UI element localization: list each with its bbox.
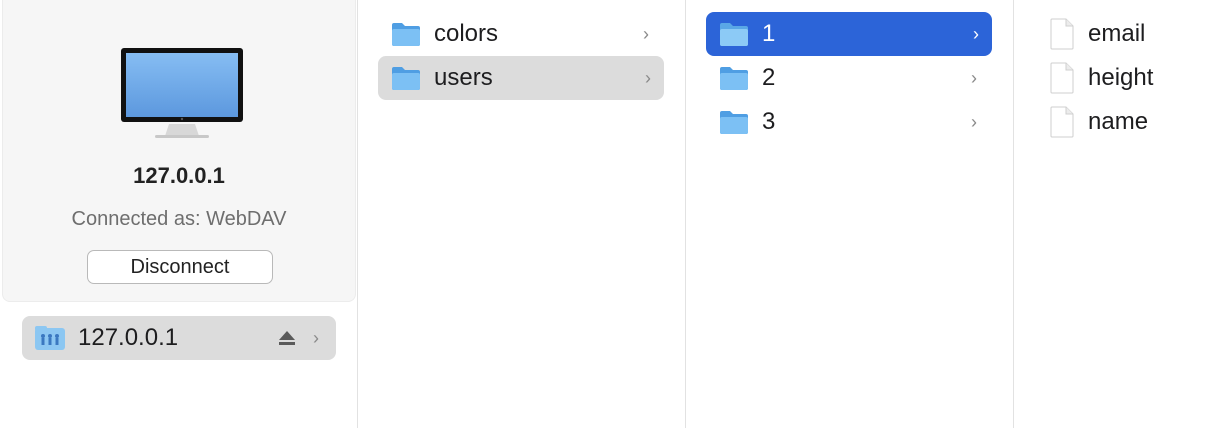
chevron-right-icon: › xyxy=(973,23,979,44)
chevron-right-icon: › xyxy=(971,67,977,88)
chevron-right-icon: › xyxy=(313,327,319,348)
eject-icon[interactable] xyxy=(276,328,298,348)
folder-column-users: 1 › 2 › 3 › xyxy=(686,0,1014,428)
folder-icon xyxy=(720,111,748,134)
document-icon xyxy=(1050,18,1074,50)
folder-label: 2 xyxy=(762,64,776,91)
folder-item-users[interactable]: users › xyxy=(378,56,664,100)
chevron-right-icon: › xyxy=(645,67,651,88)
file-label: email xyxy=(1088,20,1146,47)
folder-label: users xyxy=(434,64,493,91)
server-info-card: 127.0.0.1 Connected as: WebDAV Disconnec… xyxy=(2,0,356,302)
connection-status: Connected as: WebDAV xyxy=(71,208,287,230)
folder-label: colors xyxy=(434,20,499,47)
folder-icon xyxy=(392,67,420,90)
folder-icon xyxy=(720,67,748,90)
folder-column-root: colors › users › xyxy=(358,0,686,428)
server-name: 127.0.0.1 xyxy=(133,163,225,188)
file-label: name xyxy=(1088,108,1149,135)
file-column-1: email height name xyxy=(1014,0,1220,428)
column-browser: 127.0.0.1 Connected as: WebDAV Disconnec… xyxy=(0,0,1220,428)
document-icon xyxy=(1050,62,1074,94)
folder-label: 3 xyxy=(762,108,776,135)
folder-label: 1 xyxy=(762,20,776,47)
server-column: 127.0.0.1 Connected as: WebDAV Disconnec… xyxy=(0,0,358,428)
file-item-name[interactable]: name xyxy=(1046,100,1216,144)
monitor-icon xyxy=(121,48,243,138)
network-share-icon xyxy=(35,326,65,350)
folder-item-2[interactable]: 2 › xyxy=(710,56,990,100)
folder-item-3[interactable]: 3 › xyxy=(710,100,990,144)
server-item-label: 127.0.0.1 xyxy=(78,324,179,351)
file-item-email[interactable]: email xyxy=(1046,12,1216,56)
server-item[interactable]: 127.0.0.1 › xyxy=(22,316,336,360)
chevron-right-icon: › xyxy=(971,111,977,132)
disconnect-button[interactable]: Disconnect xyxy=(87,250,273,284)
file-label: height xyxy=(1088,64,1154,91)
chevron-right-icon: › xyxy=(643,23,649,44)
folder-icon xyxy=(720,23,748,46)
folder-item-1[interactable]: 1 › xyxy=(706,12,992,56)
file-item-height[interactable]: height xyxy=(1046,56,1216,100)
folder-icon xyxy=(392,23,420,46)
folder-item-colors[interactable]: colors › xyxy=(382,12,662,56)
document-icon xyxy=(1050,106,1074,138)
